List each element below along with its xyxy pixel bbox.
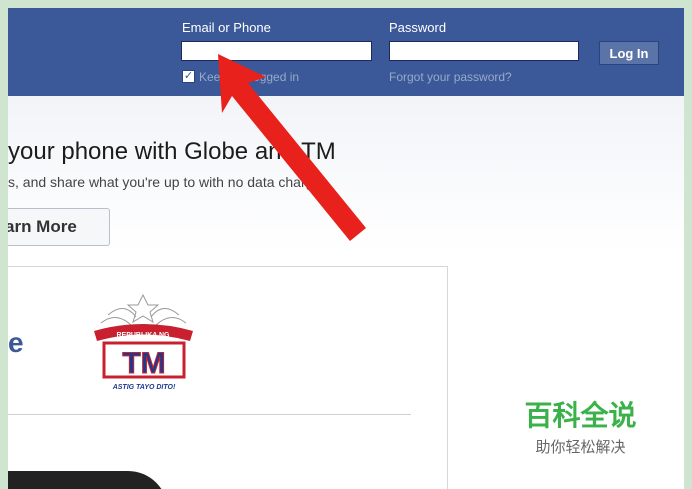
watermark-subtitle: 助你轻松解决 xyxy=(535,439,626,456)
checkmark-icon: ✓ xyxy=(183,70,194,82)
login-header: Email or Phone Password Log In ✓ Keep me… xyxy=(8,8,684,96)
keep-logged-in-checkbox[interactable]: ✓ xyxy=(182,70,195,83)
partial-logo-text: e xyxy=(8,327,24,358)
watermark-title: 百科全说 xyxy=(524,400,637,431)
password-field[interactable] xyxy=(389,41,579,61)
promo-subtext: s, and share what you're up to with no d… xyxy=(8,174,333,190)
card-divider xyxy=(8,414,411,415)
login-button[interactable]: Log In xyxy=(599,41,659,65)
password-label: Password xyxy=(389,20,447,35)
watermark: 百科全说 助你轻松解决 xyxy=(494,380,667,464)
phone-image xyxy=(8,471,168,489)
logo-tagline: ASTIG TAYO DITO! xyxy=(112,384,176,391)
keep-logged-in-label: Keep me logged in xyxy=(199,70,300,84)
tm-logo: REPUBLIKA NG TM ASTIG TAYO DITO! xyxy=(94,293,193,391)
email-label: Email or Phone xyxy=(182,20,271,35)
forgot-password-link[interactable]: Forgot your password? xyxy=(389,70,512,84)
promo-headline: your phone with Globe and TM xyxy=(8,138,336,165)
promo-card: e REPUBLIKA NG TM ASTIG TAYO DITO! xyxy=(8,266,448,489)
logo-tm-text: TM xyxy=(122,347,165,380)
email-field[interactable] xyxy=(181,41,372,61)
learn-more-button[interactable]: arn More xyxy=(8,208,110,246)
logo-banner-text: REPUBLIKA NG xyxy=(116,332,170,339)
